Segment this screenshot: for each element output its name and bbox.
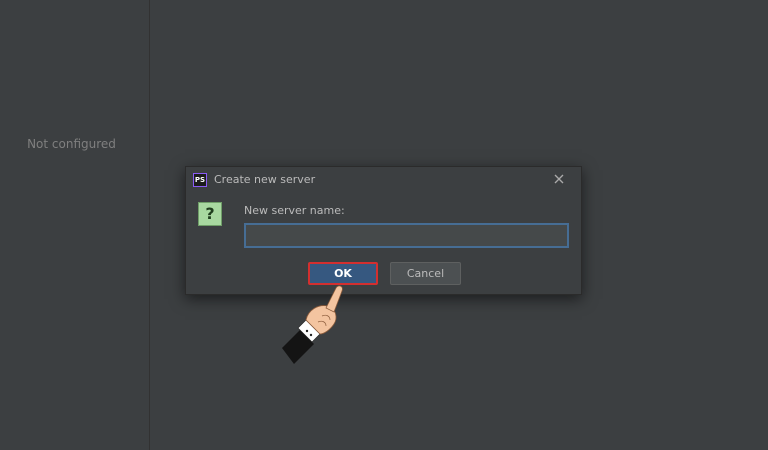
question-icon: ? (198, 202, 222, 226)
close-icon[interactable] (551, 171, 567, 187)
dialog-titlebar[interactable]: PS Create new server (186, 167, 581, 193)
servers-list-panel: Not configured (0, 0, 150, 450)
server-name-label: New server name: (244, 204, 345, 217)
cancel-button[interactable]: Cancel (390, 262, 461, 285)
phpstorm-app-icon: PS (193, 173, 207, 187)
ide-window: Not configured PS Create new server ? Ne… (0, 0, 768, 450)
server-name-input[interactable] (244, 223, 569, 248)
create-server-dialog: PS Create new server ? New server name: … (185, 166, 582, 295)
empty-list-text: Not configured (27, 137, 116, 151)
ok-button[interactable]: OK (308, 262, 378, 285)
dialog-title: Create new server (214, 173, 316, 186)
pointing-hand-icon (282, 285, 343, 364)
